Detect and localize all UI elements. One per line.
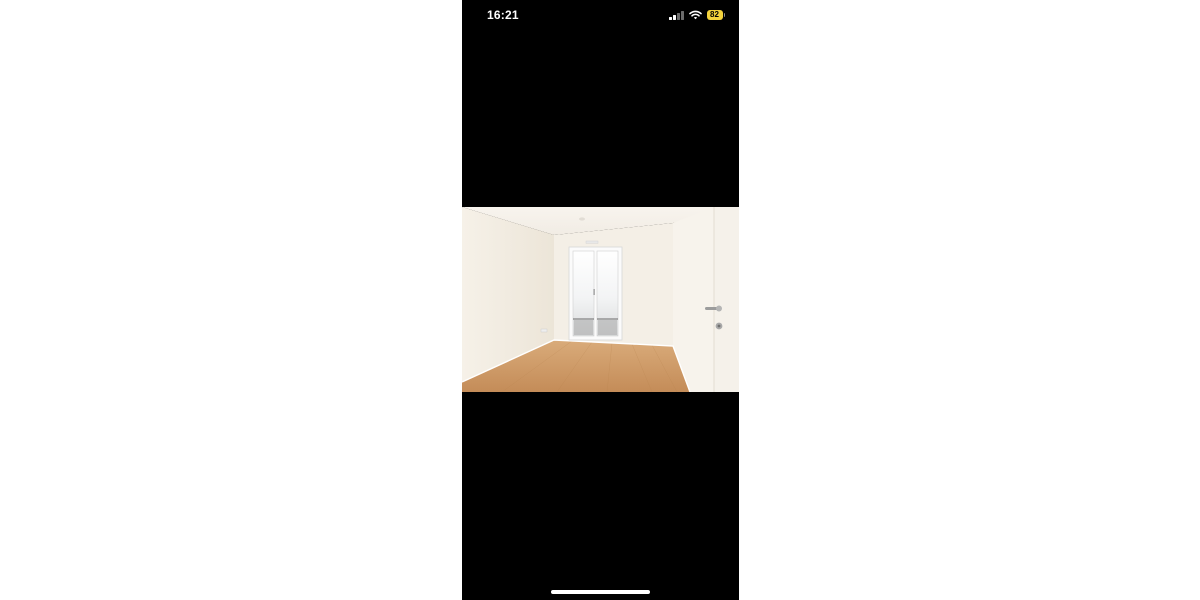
interior-door xyxy=(714,207,739,392)
wifi-icon xyxy=(688,10,702,20)
battery-icon: 82 xyxy=(706,10,725,20)
phone-screen: 16:21 82 xyxy=(462,0,739,600)
cellular-signal-icon xyxy=(669,10,684,20)
battery-level: 82 xyxy=(706,10,723,20)
battery-cap xyxy=(723,13,725,17)
photo[interactable] xyxy=(462,207,739,392)
home-indicator[interactable] xyxy=(551,590,650,594)
status-time: 16:21 xyxy=(487,8,519,22)
status-icons: 82 xyxy=(669,9,725,21)
status-bar: 16:21 82 xyxy=(462,0,739,30)
